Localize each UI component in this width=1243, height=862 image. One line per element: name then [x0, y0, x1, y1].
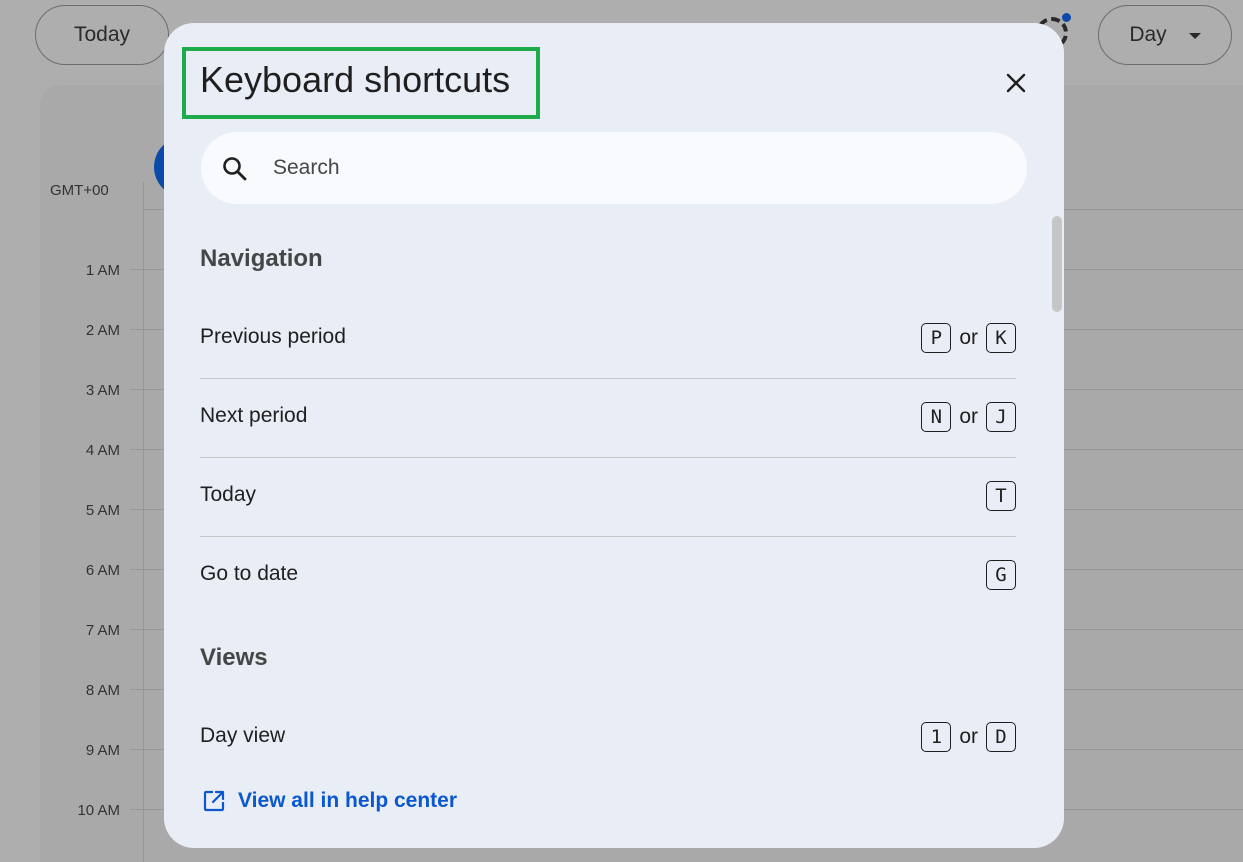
shortcut-keys: T [986, 481, 1016, 511]
hour-label: 4 AM [85, 442, 120, 459]
key-cap: D [986, 722, 1016, 752]
caret-down-icon [1188, 33, 1201, 39]
shortcut-row: Day view 1 or D [200, 699, 1016, 778]
key-cap: G [986, 560, 1016, 590]
today-button-label: Today [73, 23, 131, 46]
help-center-link[interactable]: View all in help center [202, 789, 457, 813]
key-cap: T [986, 481, 1016, 511]
key-cap: K [986, 323, 1016, 353]
shortcut-label: Go to date [200, 562, 299, 585]
dialog-title: Keyboard shortcuts [200, 59, 511, 100]
hour-label: 7 AM [85, 622, 120, 639]
shortcut-label: Day view [200, 724, 286, 747]
timezone-label: GMT+00 [50, 182, 109, 199]
shortcut-row: Next period Nor J [200, 379, 1016, 458]
view-selector-label: Day [1129, 23, 1167, 46]
hour-label: 2 AM [85, 322, 120, 339]
scrollbar[interactable] [1052, 216, 1062, 312]
search-input[interactable] [273, 148, 993, 188]
key-separator: or [959, 405, 978, 428]
section-title: Navigation [200, 245, 323, 272]
key-cap: N [921, 402, 952, 432]
hour-label: 3 AM [85, 382, 120, 399]
shortcut-keys: Nor J [921, 402, 1016, 432]
shortcut-row: Previous period Por K [200, 300, 1016, 379]
close-icon [1006, 73, 1026, 93]
keyboard-shortcuts-dialog: Keyboard shortcuts Navigation Previous pe… [164, 23, 1064, 848]
help-center-link-label: View all in help center [238, 789, 458, 812]
view-selector-button[interactable]: Day [1098, 5, 1232, 65]
search-bar [201, 132, 1027, 204]
hour-label: 9 AM [85, 742, 120, 759]
shortcut-label: Previous period [200, 325, 346, 348]
shortcut-row: Today T [200, 458, 1016, 537]
notification-dot [1062, 13, 1071, 22]
key-cap: P [921, 323, 952, 353]
hour-label: 10 AM [77, 802, 120, 819]
open-in-new-icon [203, 790, 225, 812]
key-cap: 1 [921, 722, 952, 752]
close-button[interactable] [996, 63, 1036, 103]
shortcut-label: Next period [200, 404, 308, 427]
hour-label: 5 AM [85, 502, 120, 519]
key-separator: or [959, 725, 978, 748]
hour-label: 8 AM [85, 682, 120, 699]
grid-vertical-line [143, 182, 144, 862]
shortcut-keys: Por K [921, 323, 1016, 353]
hour-label: 1 AM [85, 262, 120, 279]
hour-label: 6 AM [85, 562, 120, 579]
shortcut-label: Today [200, 483, 257, 506]
shortcut-row: Go to date G [200, 537, 1016, 616]
shortcut-keys: 1 or D [921, 722, 1016, 752]
key-separator: or [959, 326, 978, 349]
key-cap: J [986, 402, 1016, 432]
today-button[interactable]: Today [35, 5, 169, 65]
search-icon [223, 157, 247, 181]
shortcut-keys: G [986, 560, 1016, 590]
section-title: Views [200, 644, 268, 671]
